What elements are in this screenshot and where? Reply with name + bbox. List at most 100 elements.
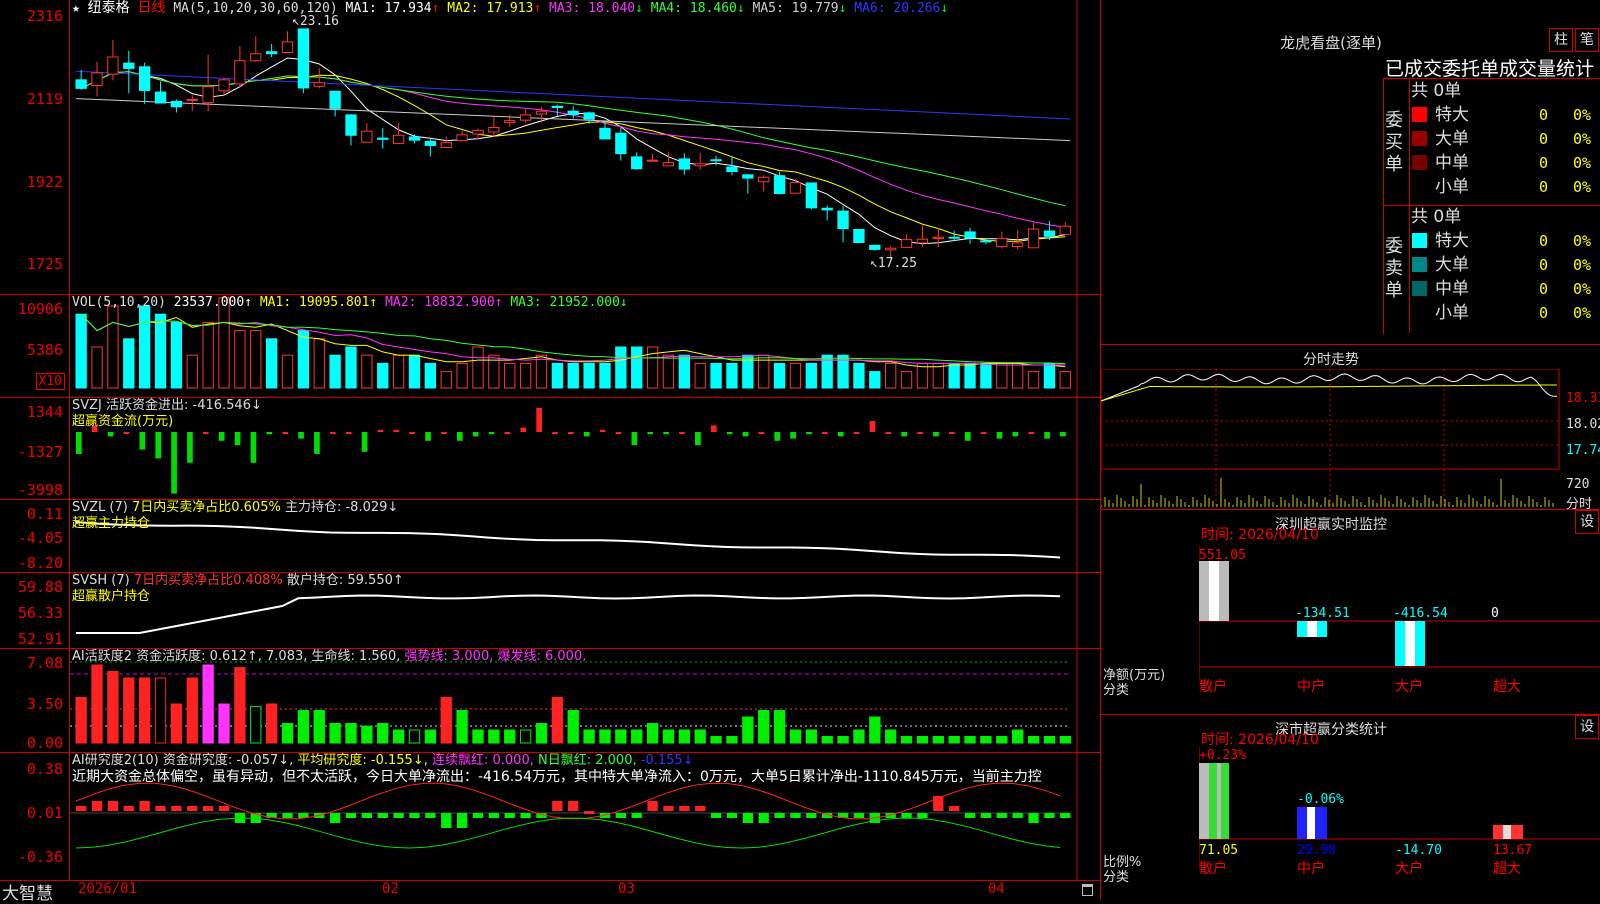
sz-stats-unit: 比例% 分类 [1103,855,1141,885]
candle [869,244,881,250]
candle [1012,242,1024,248]
volume-bar [599,362,611,389]
pen-button[interactable]: 笔 [1575,28,1599,52]
active-bar [1059,736,1071,744]
research-bar [91,801,103,811]
flow-bar [710,425,717,432]
candle [361,130,373,143]
flow-bar [885,432,892,434]
sz-stats-chart[interactable]: 755025071.05散户29.98中户-14.70大户13.67超大+0.2… [1199,747,1599,897]
flow-bar [377,429,384,432]
candle [424,140,437,146]
volume-bar [154,313,167,389]
order-type: 中单 [1435,279,1469,299]
volume-header: VOL(5,10,20) 23537.000↑ MA1: 19095.801↑ … [72,295,628,311]
research-bar [171,806,182,811]
active-bar [456,710,468,744]
sz-monitor-panel[interactable]: 深圳超赢实时监控 设 时间: 2026/04/10 551.05 散户 -134.5… [1100,510,1600,715]
category-label: 散户 [1199,860,1227,877]
active-bar [599,729,611,744]
candle [138,66,151,91]
research-bar [1012,813,1023,818]
ai-active-panel[interactable]: 7.08 3.50 0.00 AI活跃度2 资金活跃度: 0.612↑, 7.0… [0,649,1100,753]
active-bar [234,667,246,744]
axis-label: 3.50 [26,695,63,713]
axis-label: -3998 [17,481,63,499]
volume-bar [726,362,738,389]
lock-icon[interactable] [1082,884,1093,896]
unit-b: 分类 [1103,683,1130,698]
order-count: 0 [1539,280,1549,298]
svzj-panel[interactable]: 1344 -1327 -3998 SVZJ 活跃资金进出: -416.546↓ … [0,398,1100,500]
air-title: AI研究度2(10) 资金研究度: -0.057↓, [72,753,294,768]
axis-label: 0.11 [26,505,63,523]
active-bar [392,729,405,744]
ma5-line [75,98,1071,142]
volume-bar [329,354,341,389]
flow-bar [552,432,558,434]
stock-name: 纽泰格 [87,0,130,16]
candle [329,90,341,109]
flow-bar [1028,432,1035,434]
flow-bar [441,432,447,434]
order-type: 特大 [1435,231,1469,251]
active-bar [710,736,722,744]
order-count: 0 [1539,130,1549,148]
intraday-panel[interactable]: 分时走势 18.31 18.02 17.74 720 分时 [1100,345,1600,512]
zhu-button[interactable]: 柱 [1549,28,1573,52]
svsh-panel[interactable]: 59.88 56.33 52.91 SVSH (7) 7日内买卖净占比0.408… [0,573,1100,649]
candle [996,237,1008,248]
research-bar [107,801,119,811]
candle [773,175,786,195]
air-nred: N日飘红: 2.000, [538,753,637,768]
candlestick-chart[interactable] [70,0,1100,295]
sz-stats-panel[interactable]: 深市超赢分类统计 设 时间: 2026/04/10 755025071.05散户… [1100,715,1600,900]
sz-monitor-settings-button[interactable]: 设 [1575,510,1599,534]
svzl-panel[interactable]: 0.11 -4.05 -8.20 SVZL (7) 7日内买卖净占比0.605%… [0,500,1100,573]
order-pct: 0% [1573,256,1592,274]
volume-bar [996,362,1008,389]
order-type: 中单 [1435,153,1469,173]
flow-bar [679,432,685,434]
research-bar [123,806,134,811]
ai-research-panel[interactable]: 0.38 0.01 -0.36 AI研究度2(10) 资金研究度: -0.057… [0,753,1100,881]
volume-axis: 10906 5386 X10 [0,295,70,397]
flow-bar [139,432,146,450]
svzl-hold: 主力持仓: -8.029↓ [284,500,399,515]
active-bar [170,703,183,744]
sz-monitor-chart[interactable]: 551.05散户-134.51中户-416.54大户0超大551.05228.5… [1199,546,1599,696]
active-bar [726,736,738,744]
intraday-chart[interactable] [1101,369,1561,509]
candle [932,236,944,239]
candle [472,129,484,135]
flow-bar [726,432,733,435]
axis-label: -0.36 [17,848,63,866]
axis-label: -8.20 [17,554,63,572]
candle [900,239,913,248]
color-swatch [1412,131,1427,146]
sz-stats-settings-button[interactable]: 设 [1575,715,1599,739]
volume-panel[interactable]: 10906 5386 X10 VOL(5,10,20) 23537.000↑ M… [0,295,1100,398]
date-label: 02 [382,881,399,897]
flow-bar [218,432,225,441]
period-label[interactable]: 日线 [137,0,165,16]
ratio-bar-highlight [1307,807,1315,839]
volume-bar [567,362,579,389]
active-bar [996,736,1008,744]
volume-bar [869,371,881,389]
ma-arrow: ↓ [940,1,949,16]
candle [234,60,246,85]
order-pct: 0% [1573,130,1592,148]
air-avg: 平均研究度: -0.155↓, [297,753,428,768]
flow-bar [774,432,781,441]
intraday-axis-label: 17.74 [1566,443,1600,458]
candle [980,240,992,243]
research-bar [806,813,817,818]
price-panel[interactable]: 2316 2119 1922 1725 ★ 纽泰格 日线 MA(5,10,20,… [0,0,1100,295]
research-green-line [75,817,1061,849]
flow-bar [964,432,971,441]
bottom-bar: 大智慧 2026/01 02 03 04 [0,881,1100,904]
flow-bar [901,432,908,437]
unit-a: 比例% [1103,855,1142,870]
dragon-title: 龙虎看盘(逐单) [1280,34,1382,52]
